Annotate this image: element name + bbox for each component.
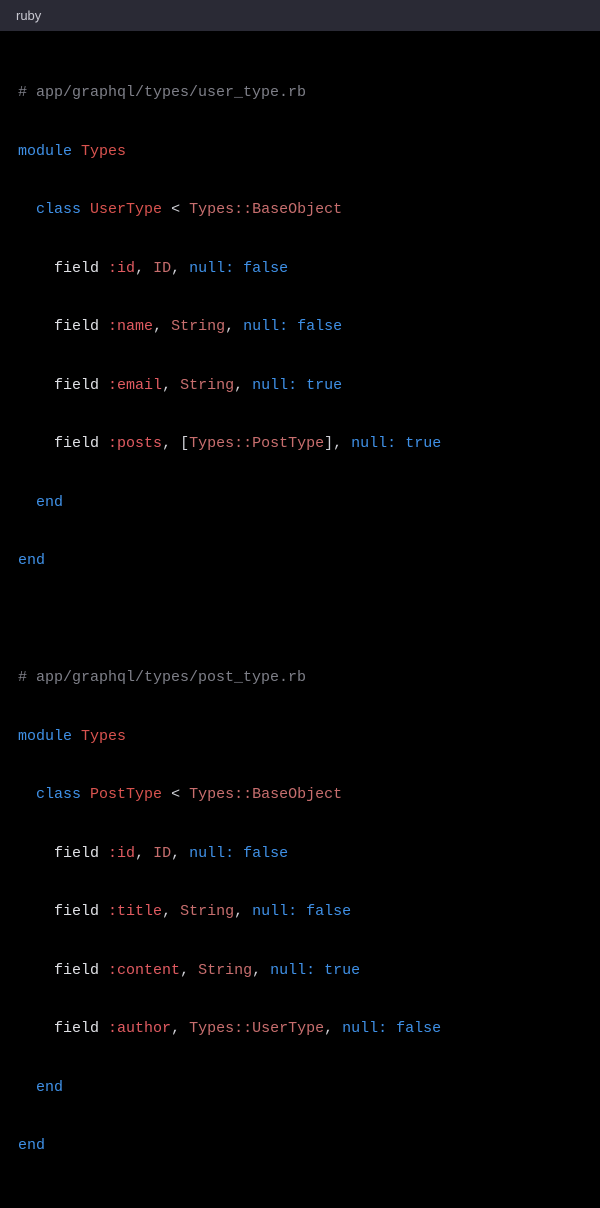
method-name: field	[54, 845, 99, 862]
symbol: :email	[108, 377, 162, 394]
code-line: field :author, Types::UserType, null: fa…	[18, 1014, 582, 1043]
method-name: field	[54, 435, 99, 452]
code-line: module Types	[18, 137, 582, 166]
code-line: end	[18, 488, 582, 517]
symbol: :name	[108, 318, 153, 335]
module-keyword: module	[18, 143, 72, 160]
base-class: Types::BaseObject	[189, 786, 342, 803]
module-keyword: module	[18, 728, 72, 745]
method-name: field	[54, 962, 99, 979]
bool: false	[243, 845, 288, 862]
type-ref: String	[171, 318, 225, 335]
comment: # app/graphql/types/post_type.rb	[18, 669, 306, 686]
type-ref: String	[180, 377, 234, 394]
punct: ,	[135, 260, 153, 277]
method-name: field	[54, 903, 99, 920]
end-keyword: end	[36, 1079, 63, 1096]
code-line: field :title, String, null: false	[18, 897, 582, 926]
code-line: field :posts, [Types::PostType], null: t…	[18, 429, 582, 458]
punct: ,	[324, 1020, 342, 1037]
punct: ,	[225, 318, 243, 335]
type-ref: String	[198, 962, 252, 979]
bool: false	[243, 260, 288, 277]
null-kw: null:	[270, 962, 315, 979]
code-line: field :id, ID, null: false	[18, 254, 582, 283]
bool: false	[297, 318, 342, 335]
code-line: end	[18, 546, 582, 575]
bracket: [	[180, 435, 189, 452]
class-name: PostType	[90, 786, 162, 803]
null-kw: null:	[243, 318, 288, 335]
operator: <	[171, 786, 180, 803]
language-label: ruby	[16, 8, 41, 23]
symbol: :author	[108, 1020, 171, 1037]
punct: ,	[162, 435, 180, 452]
bool: true	[306, 377, 342, 394]
code-line: module Types	[18, 722, 582, 751]
code-line: field :email, String, null: true	[18, 371, 582, 400]
class-keyword: class	[36, 786, 81, 803]
punct: ,	[153, 318, 171, 335]
end-keyword: end	[18, 552, 45, 569]
punct: ,	[234, 903, 252, 920]
type-ref: ID	[153, 845, 171, 862]
punct: ,	[171, 845, 189, 862]
base-class: Types::BaseObject	[189, 201, 342, 218]
comment: # app/graphql/types/user_type.rb	[18, 84, 306, 101]
null-kw: null:	[252, 903, 297, 920]
code-line: end	[18, 1131, 582, 1160]
type-ref: String	[180, 903, 234, 920]
null-kw: null:	[189, 845, 234, 862]
operator: <	[171, 201, 180, 218]
code-line: # app/graphql/types/post_type.rb	[18, 663, 582, 692]
module-name: Types	[81, 143, 126, 160]
symbol: :posts	[108, 435, 162, 452]
code-line: class UserType < Types::BaseObject	[18, 195, 582, 224]
null-kw: null:	[189, 260, 234, 277]
module-name: Types	[81, 728, 126, 745]
bool: true	[405, 435, 441, 452]
bool: true	[324, 962, 360, 979]
punct: ,	[333, 435, 351, 452]
class-keyword: class	[36, 201, 81, 218]
punct: ,	[180, 962, 198, 979]
punct: ,	[171, 1020, 189, 1037]
code-line: class PostType < Types::BaseObject	[18, 780, 582, 809]
code-block: # app/graphql/types/user_type.rb module …	[0, 31, 600, 1208]
code-header: ruby	[0, 0, 600, 31]
type-ref: Types::UserType	[189, 1020, 324, 1037]
punct: ,	[135, 845, 153, 862]
punct: ,	[252, 962, 270, 979]
symbol: :content	[108, 962, 180, 979]
type-ref: ID	[153, 260, 171, 277]
code-line: end	[18, 1073, 582, 1102]
symbol: :title	[108, 903, 162, 920]
symbol: :id	[108, 845, 135, 862]
bool: false	[306, 903, 351, 920]
punct: ,	[162, 903, 180, 920]
punct: ,	[162, 377, 180, 394]
end-keyword: end	[36, 494, 63, 511]
null-kw: null:	[252, 377, 297, 394]
null-kw: null:	[351, 435, 396, 452]
bracket: ]	[324, 435, 333, 452]
punct: ,	[171, 260, 189, 277]
method-name: field	[54, 1020, 99, 1037]
bool: false	[396, 1020, 441, 1037]
null-kw: null:	[342, 1020, 387, 1037]
method-name: field	[54, 260, 99, 277]
end-keyword: end	[18, 1137, 45, 1154]
code-line: field :id, ID, null: false	[18, 839, 582, 868]
symbol: :id	[108, 260, 135, 277]
blank-line	[18, 605, 582, 634]
method-name: field	[54, 377, 99, 394]
code-line: field :name, String, null: false	[18, 312, 582, 341]
method-name: field	[54, 318, 99, 335]
punct: ,	[234, 377, 252, 394]
code-line: field :content, String, null: true	[18, 956, 582, 985]
class-name: UserType	[90, 201, 162, 218]
code-line: # app/graphql/types/user_type.rb	[18, 78, 582, 107]
type-ref: Types::PostType	[189, 435, 324, 452]
